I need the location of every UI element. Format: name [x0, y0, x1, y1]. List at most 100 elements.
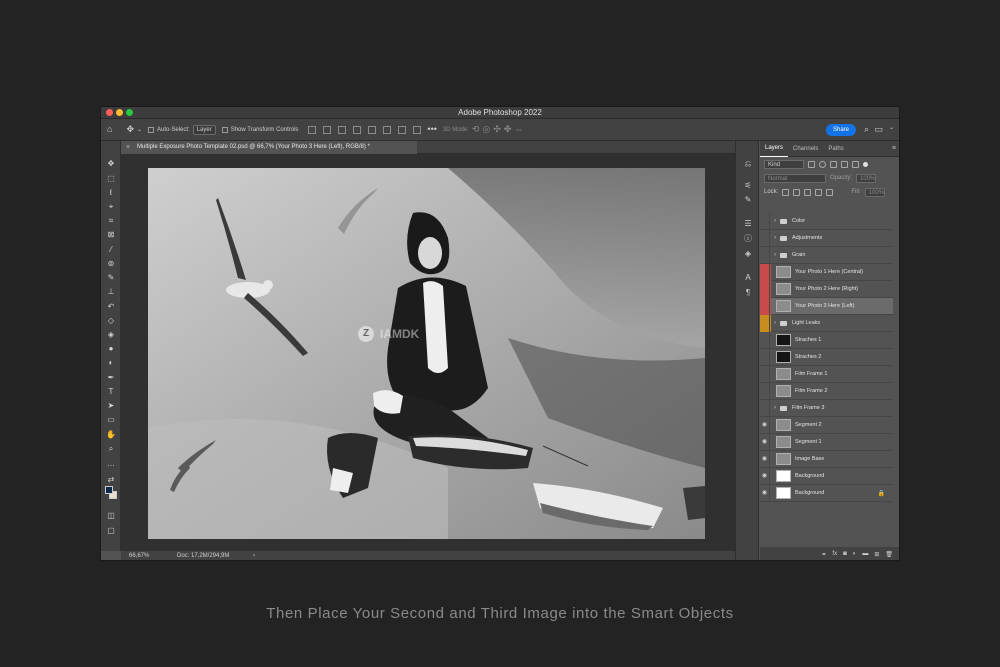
- chevron-down-icon[interactable]: ⌄: [889, 125, 894, 131]
- layer-row[interactable]: ◉ Background 🔒: [760, 484, 893, 502]
- visibility-eye-icon[interactable]: [760, 331, 770, 349]
- layer-row[interactable]: › Color: [760, 212, 893, 230]
- zoom-level[interactable]: 66,67%: [129, 551, 149, 560]
- visibility-eye-icon[interactable]: ◉: [760, 450, 770, 468]
- home-icon[interactable]: ⌂: [107, 125, 112, 134]
- type-tool-icon[interactable]: T: [106, 387, 116, 397]
- visibility-eye-icon[interactable]: ◉: [760, 433, 770, 451]
- close-tab-icon[interactable]: ×: [126, 141, 130, 154]
- 3d-scale-icon[interactable]: ⇔: [514, 125, 523, 134]
- new-group-icon[interactable]: ▬: [862, 551, 868, 557]
- search-icon[interactable]: ⌕: [864, 125, 869, 134]
- 3d-rotate-icon[interactable]: ⟲: [472, 125, 480, 134]
- delete-layer-icon[interactable]: 🗑: [885, 551, 893, 558]
- move-tool-icon[interactable]: ✥: [126, 125, 134, 134]
- history-brush-icon[interactable]: ↶: [106, 302, 116, 312]
- 3d-panel-icon[interactable]: ◈: [743, 249, 753, 259]
- layer-row[interactable]: Your Photo 2 Here (Right): [760, 280, 893, 298]
- zoom-window-button[interactable]: [126, 109, 133, 116]
- chevron-down-icon[interactable]: ⌄: [137, 127, 142, 133]
- visibility-eye-icon[interactable]: [760, 280, 770, 298]
- brush-tool-icon[interactable]: ✎: [106, 273, 116, 283]
- show-transform-checkbox[interactable]: [221, 126, 228, 133]
- link-layers-icon[interactable]: ⚭: [821, 551, 826, 558]
- eyedropper-icon[interactable]: ⁄: [106, 245, 116, 255]
- brush-settings-icon[interactable]: ✎: [743, 195, 753, 205]
- hand-tool-icon[interactable]: ✋: [106, 430, 116, 440]
- layer-row[interactable]: ◉ Image Base: [760, 450, 893, 468]
- tab-paths[interactable]: Paths: [823, 141, 848, 157]
- visibility-eye-icon[interactable]: [760, 382, 770, 400]
- layer-row[interactable]: ◉ Segment 2: [760, 416, 893, 434]
- adjustments-panel-icon[interactable]: ⚟: [743, 181, 753, 191]
- visibility-eye-icon[interactable]: [760, 348, 770, 366]
- align-top-icon[interactable]: [353, 125, 362, 134]
- frame-tool-icon[interactable]: ⊠: [106, 230, 116, 240]
- zoom-tool-icon[interactable]: ⌕: [106, 444, 116, 454]
- stamp-tool-icon[interactable]: ⊥: [106, 287, 116, 297]
- layer-row[interactable]: Your Photo 3 Here (Left): [760, 297, 893, 315]
- document-tab[interactable]: × Multiple Exposure Photo Template 02.ps…: [121, 141, 417, 154]
- visibility-eye-icon[interactable]: ◉: [760, 416, 770, 434]
- fill-input[interactable]: 100%: [864, 187, 885, 197]
- new-layer-icon[interactable]: ⊞: [874, 551, 879, 558]
- align-center-icon[interactable]: [323, 125, 332, 134]
- layer-row[interactable]: › Film Frame 3: [760, 399, 893, 417]
- layer-row[interactable]: Straches 1: [760, 331, 893, 349]
- quick-mask-icon[interactable]: ◫: [106, 511, 116, 521]
- align-right-icon[interactable]: [338, 125, 347, 134]
- panel-menu-icon[interactable]: ≡: [892, 145, 896, 152]
- blur-tool-icon[interactable]: ●: [106, 344, 116, 354]
- minimize-window-button[interactable]: [116, 109, 123, 116]
- visibility-eye-icon[interactable]: [760, 263, 770, 281]
- visibility-eye-icon[interactable]: [760, 246, 770, 264]
- visibility-eye-icon[interactable]: ◉: [760, 467, 770, 485]
- filter-pixel-icon[interactable]: [808, 160, 815, 168]
- path-select-icon[interactable]: ➤: [106, 401, 116, 411]
- character-panel-icon[interactable]: A: [743, 273, 753, 283]
- close-window-button[interactable]: [106, 109, 113, 116]
- swap-colors-icon[interactable]: ⇄: [106, 475, 116, 485]
- lock-image-icon[interactable]: [793, 188, 801, 196]
- layer-row[interactable]: › Light Leaks: [760, 314, 893, 332]
- layer-row[interactable]: Film Frame 1: [760, 365, 893, 383]
- visibility-eye-icon[interactable]: [760, 229, 770, 247]
- pen-tool-icon[interactable]: ✒: [106, 373, 116, 383]
- distribute-icon[interactable]: [398, 125, 407, 134]
- adjustment-layer-icon[interactable]: ◐: [853, 551, 857, 557]
- paragraph-panel-icon[interactable]: ¶: [743, 288, 753, 298]
- workspace-icon[interactable]: ▭: [874, 125, 883, 134]
- layer-row[interactable]: ◉ Background: [760, 467, 893, 485]
- share-button[interactable]: Share: [825, 124, 856, 136]
- layer-row[interactable]: Your Photo 1 Here (Central): [760, 263, 893, 281]
- align-bottom-icon[interactable]: [383, 125, 392, 134]
- document-canvas[interactable]: Z IAMDK: [148, 168, 705, 539]
- canvas-area[interactable]: Z IAMDK: [121, 154, 735, 551]
- dodge-tool-icon[interactable]: ◐: [106, 358, 116, 368]
- eraser-tool-icon[interactable]: ◇: [106, 316, 116, 326]
- paint-bucket-icon[interactable]: ◈: [106, 330, 116, 340]
- layer-style-icon[interactable]: fx: [832, 551, 837, 557]
- filter-shape-icon[interactable]: [841, 160, 848, 168]
- visibility-eye-icon[interactable]: ◉: [760, 484, 770, 502]
- blend-mode-dropdown[interactable]: Normal: [764, 173, 826, 183]
- visibility-eye-icon[interactable]: [760, 399, 770, 417]
- distribute-vertical-icon[interactable]: [413, 125, 422, 134]
- healing-brush-icon[interactable]: ⊚: [106, 259, 116, 269]
- align-middle-icon[interactable]: [368, 125, 377, 134]
- filter-type-icon[interactable]: [830, 160, 837, 168]
- 3d-slide-icon[interactable]: ✤: [504, 125, 512, 134]
- visibility-eye-icon[interactable]: [760, 314, 770, 332]
- rectangle-tool-icon[interactable]: ▭: [106, 415, 116, 425]
- 3d-pan-icon[interactable]: ✣: [493, 125, 501, 134]
- filter-smart-object-icon[interactable]: [852, 160, 859, 168]
- marquee-tool-icon[interactable]: ⬚: [106, 174, 116, 184]
- opacity-input[interactable]: 100%: [856, 173, 877, 183]
- screen-mode-icon[interactable]: ▢: [106, 526, 116, 536]
- align-left-icon[interactable]: [308, 125, 317, 134]
- lock-all-icon[interactable]: [826, 188, 834, 196]
- layer-row[interactable]: ◉ Segment 1: [760, 433, 893, 451]
- lock-position-icon[interactable]: [804, 188, 812, 196]
- lock-artboard-icon[interactable]: [815, 188, 823, 196]
- lock-pixels-icon[interactable]: [782, 188, 790, 196]
